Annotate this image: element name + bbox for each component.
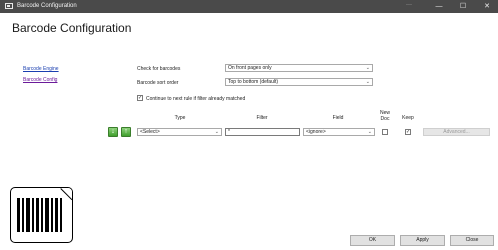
filter-input[interactable]: * xyxy=(225,128,300,136)
ok-button[interactable]: OK xyxy=(350,235,395,246)
continue-rule-label: Continue to next rule if filter already … xyxy=(146,96,246,102)
close-window-button[interactable]: ✕ xyxy=(476,0,498,13)
chevron-down-icon: ⌄ xyxy=(365,65,370,71)
type-column-header: Type xyxy=(174,115,186,121)
maximize-button[interactable]: ☐ xyxy=(452,0,474,13)
keep-checkbox[interactable]: ✓ xyxy=(405,129,411,135)
check-for-barcodes-value: On front pages only xyxy=(228,65,272,71)
arrow-down-icon: ↓ xyxy=(111,128,115,135)
move-up-button[interactable]: ↑ xyxy=(121,127,131,137)
more-dots-icon[interactable]: ··· xyxy=(406,2,412,8)
barcode-logo-icon xyxy=(10,187,73,243)
check-for-barcodes-select[interactable]: On front pages only ⌄ xyxy=(225,64,373,72)
sort-order-value: Top to bottom (default) xyxy=(228,79,279,85)
page-title: Barcode Configuration xyxy=(12,21,132,35)
sort-order-label: Barcode sort order xyxy=(137,80,179,86)
keep-column-header: Keep xyxy=(402,115,414,121)
sidebar-item-barcode-engine[interactable]: Barcode Engine xyxy=(23,66,59,72)
minimize-button[interactable]: — xyxy=(428,0,450,13)
advanced-button: Advanced... xyxy=(423,128,490,136)
field-select[interactable]: <ignore> ⌄ xyxy=(303,128,375,136)
check-for-barcodes-label: Check for barcodes xyxy=(137,66,181,72)
new-doc-column-header-line2: Doc xyxy=(380,116,390,122)
type-select[interactable]: <Select> ⌄ xyxy=(137,128,222,136)
filter-column-header: Filter xyxy=(256,115,268,121)
title-bar: Barcode Configuration ··· — ☐ ✕ xyxy=(0,0,498,13)
field-column-header: Field xyxy=(332,115,344,121)
continue-rule-checkbox[interactable]: ✓ xyxy=(137,95,143,101)
app-window-icon xyxy=(5,3,13,9)
chevron-down-icon: ⌄ xyxy=(367,129,372,135)
apply-button[interactable]: Apply xyxy=(400,235,445,246)
type-value: <Select> xyxy=(140,129,160,135)
chevron-down-icon: ⌄ xyxy=(365,79,370,85)
chevron-down-icon: ⌄ xyxy=(214,129,219,135)
close-button[interactable]: Close xyxy=(450,235,494,246)
window-title: Barcode Configuration xyxy=(17,3,77,9)
barcode-bars xyxy=(17,198,62,232)
sidebar-item-barcode-config[interactable]: Barcode Config xyxy=(23,77,57,83)
sort-order-select[interactable]: Top to bottom (default) ⌄ xyxy=(225,78,373,86)
new-doc-checkbox[interactable] xyxy=(382,129,388,135)
move-down-button[interactable]: ↓ xyxy=(108,127,118,137)
field-value: <ignore> xyxy=(306,129,326,135)
arrow-up-icon: ↑ xyxy=(124,128,128,135)
